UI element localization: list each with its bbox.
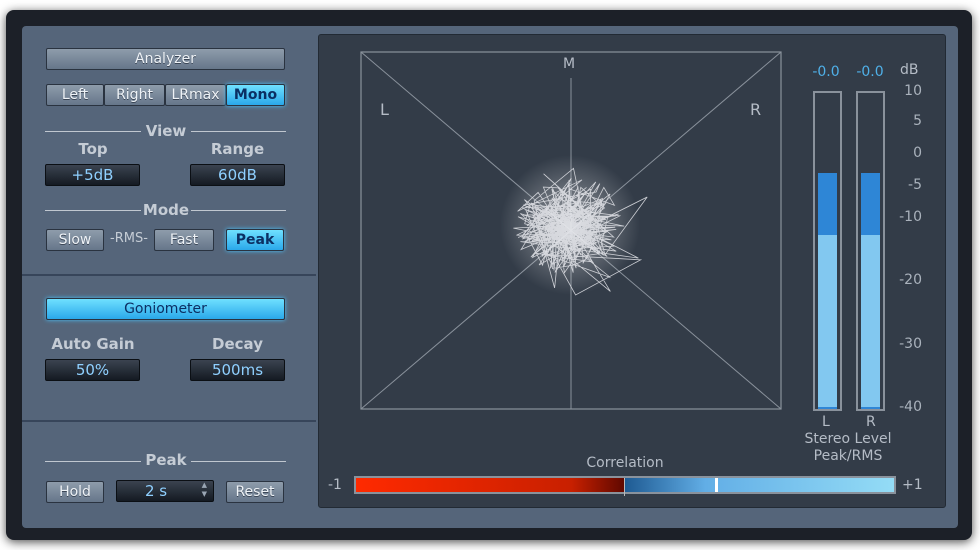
- meter-title: Stereo Level: [804, 431, 892, 447]
- m-label: M: [563, 56, 576, 72]
- scale-tick-label: -40: [899, 399, 922, 415]
- left-peak-readout: -0.0: [812, 64, 840, 80]
- center-tick: [624, 478, 625, 496]
- left-meter: [813, 91, 842, 411]
- scale-tick-label: 0: [913, 145, 922, 161]
- correlation-min: -1: [328, 477, 342, 493]
- scale-tick-label: 5: [913, 113, 922, 129]
- r-label: R: [750, 100, 762, 119]
- left-rms-bar: [818, 234, 837, 407]
- scale-tick-label: 10: [904, 83, 922, 99]
- correlation-max: +1: [902, 477, 923, 493]
- right-meter: [856, 91, 885, 411]
- meter-r-label: R: [866, 414, 876, 430]
- correlation-meter: [354, 476, 896, 496]
- meter-subtitle: Peak/RMS: [813, 448, 883, 464]
- correlation-indicator: [715, 478, 719, 492]
- meter-l-label: L: [822, 414, 830, 430]
- scale-tick-label: -5: [908, 177, 922, 193]
- db-unit-label: dB: [900, 62, 919, 78]
- scale-tick-label: -20: [899, 272, 922, 288]
- l-label: L: [380, 100, 389, 119]
- correlation-label: Correlation: [586, 455, 664, 471]
- right-rms-bar: [861, 234, 880, 407]
- right-peak-readout: -0.0: [856, 64, 884, 80]
- scale-tick-label: -10: [899, 209, 922, 225]
- scale-tick-label: -30: [899, 336, 922, 352]
